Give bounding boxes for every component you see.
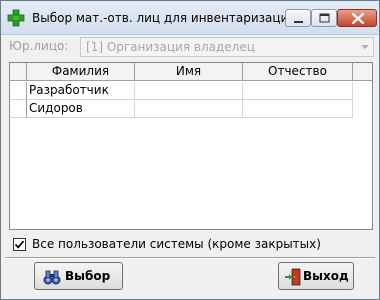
minimize-icon [294, 21, 303, 23]
all-users-option[interactable]: Все пользователи системы (кроме закрытых… [13, 237, 373, 253]
maximize-icon [319, 13, 330, 23]
firstname-cell[interactable] [135, 100, 243, 118]
firstname-cell[interactable] [135, 82, 243, 100]
exit-door-icon [285, 268, 301, 286]
close-button[interactable] [337, 9, 377, 27]
all-users-label[interactable]: Все пользователи системы (кроме закрытых… [32, 237, 321, 252]
green-plus-icon [7, 9, 25, 27]
dialog-window: Выбор мат.-отв. лиц для инвентаризации Ю… [0, 0, 380, 300]
exit-button[interactable]: Выход [278, 262, 354, 290]
lastname-cell[interactable]: Сидоров [27, 100, 135, 118]
chevron-down-icon[interactable] [359, 40, 371, 54]
users-grid[interactable]: Фамилия Имя Отчество Разработчик Сидоров [9, 62, 373, 230]
table-row[interactable]: Сидоров [10, 100, 353, 118]
select-button[interactable]: Выбор [34, 262, 123, 290]
org-combobox[interactable]: [1] Организация владелец [80, 37, 374, 57]
select-button-label: Выбор [65, 269, 111, 283]
table-row[interactable]: Разработчик [10, 82, 353, 100]
maximize-button[interactable] [311, 9, 337, 27]
checkmark-icon [14, 240, 25, 249]
patronymic-cell[interactable] [243, 82, 353, 100]
column-header-lastname[interactable]: Фамилия [27, 63, 135, 81]
column-header-patronymic[interactable]: Отчество [243, 63, 353, 81]
org-row: Юр.лицо: [1] Организация владелец [1, 36, 379, 58]
org-value: [1] Организация владелец [86, 40, 255, 54]
title-bar[interactable]: Выбор мат.-отв. лиц для инвентаризации [1, 1, 379, 35]
lastname-cell[interactable]: Разработчик [27, 82, 135, 100]
exit-button-label: Выход [303, 269, 349, 283]
column-header-firstname[interactable]: Имя [135, 63, 243, 81]
binoculars-icon [43, 270, 61, 285]
window-title: Выбор мат.-отв. лиц для инвентаризации [32, 11, 297, 25]
all-users-checkbox[interactable] [13, 238, 26, 251]
grid-header: Фамилия Имя Отчество [10, 63, 372, 81]
close-icon [351, 12, 365, 25]
minimize-button[interactable] [285, 9, 311, 27]
patronymic-cell[interactable] [243, 100, 353, 118]
separator [5, 257, 375, 259]
row-indicator [10, 100, 27, 118]
row-indicator-header [10, 63, 27, 81]
org-label: Юр.лицо: [9, 39, 69, 53]
row-indicator [10, 82, 27, 100]
